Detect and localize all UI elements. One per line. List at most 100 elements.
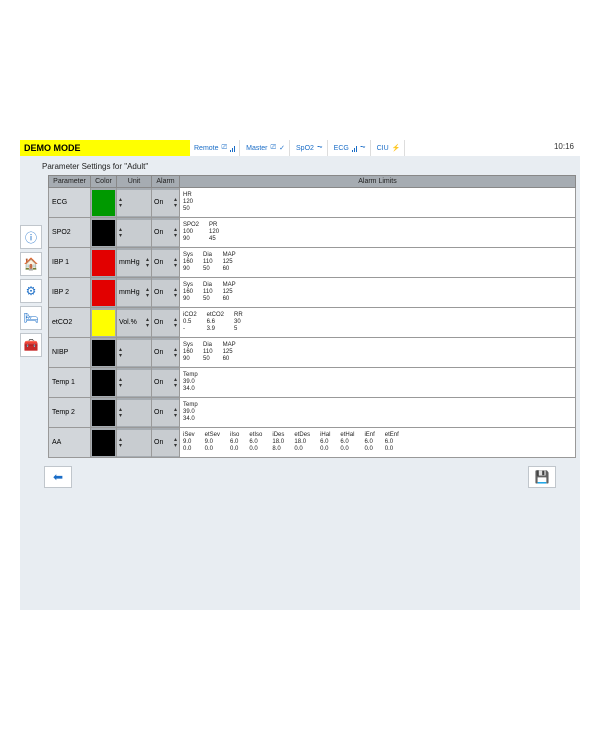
col-unit: Unit	[117, 176, 152, 188]
table-row: Temp 2▴▾On▴▾Temp39.034.0	[49, 398, 576, 428]
alarm-cell[interactable]: On▴▾	[152, 248, 180, 278]
color-cell[interactable]	[91, 368, 117, 398]
unit-picker[interactable]: ▴▾	[117, 340, 151, 366]
unit-picker[interactable]: ▴▾	[117, 370, 151, 396]
sidebar-patient-button[interactable]: ⓘ	[20, 225, 42, 249]
unit-picker[interactable]: ▴▾	[117, 430, 151, 456]
stepper-arrows-icon[interactable]: ▴▾	[174, 377, 177, 389]
sidebar-settings-button[interactable]: ⚙	[20, 279, 42, 303]
table-row: Temp 1▴▾On▴▾Temp39.034.0	[49, 368, 576, 398]
limit-high: 6.0	[230, 439, 239, 446]
limits-cell[interactable]: SPO210090PR12045	[180, 218, 576, 248]
stepper-arrows-icon[interactable]: ▴▾	[119, 227, 122, 239]
limits-cell[interactable]: iSev9.00.0etSev9.00.0iIso6.00.0etIso6.00…	[180, 428, 576, 458]
unit-picker[interactable]: mmHg▴▾	[117, 280, 151, 306]
limit-header: SPO2	[183, 222, 199, 229]
limits-cell[interactable]: HR12050	[180, 188, 576, 218]
status-master[interactable]: Master ⎚ ✓	[242, 140, 290, 156]
unit-cell[interactable]: ▴▾	[117, 368, 152, 398]
alarm-picker[interactable]: On▴▾	[152, 370, 179, 396]
color-cell[interactable]	[91, 218, 117, 248]
alarm-cell[interactable]: On▴▾	[152, 278, 180, 308]
status-ciu[interactable]: CIU ⚡	[373, 140, 406, 156]
color-cell[interactable]	[91, 398, 117, 428]
alarm-cell[interactable]: On▴▾	[152, 188, 180, 218]
stepper-arrows-icon[interactable]: ▴▾	[119, 407, 122, 419]
status-spo2[interactable]: SpO2 ⏦	[292, 140, 328, 156]
unit-cell[interactable]: ▴▾	[117, 428, 152, 458]
alarm-cell[interactable]: On▴▾	[152, 368, 180, 398]
sidebar-kit-button[interactable]: 🧰	[20, 333, 42, 357]
unit-cell[interactable]: mmHg▴▾	[117, 248, 152, 278]
limits-cell[interactable]: Temp39.034.0	[180, 368, 576, 398]
stepper-arrows-icon[interactable]: ▴▾	[119, 437, 122, 449]
stepper-arrows-icon[interactable]: ▴▾	[146, 257, 149, 269]
back-button[interactable]: ⬅	[44, 466, 72, 488]
sidebar-bed-button[interactable]: 🛏	[20, 306, 42, 330]
limits-cell[interactable]: Sys16090Dia11050MAP12560	[180, 338, 576, 368]
alarm-picker[interactable]: On▴▾	[152, 250, 179, 276]
unit-picker[interactable]: ▴▾	[117, 400, 151, 426]
alarm-cell[interactable]: On▴▾	[152, 308, 180, 338]
stepper-arrows-icon[interactable]: ▴▾	[174, 317, 177, 329]
stepper-arrows-icon[interactable]: ▴▾	[174, 287, 177, 299]
limits-cell[interactable]: Sys16090Dia11050MAP12560	[180, 278, 576, 308]
unit-picker[interactable]: ▴▾	[117, 190, 151, 216]
unit-cell[interactable]: mmHg▴▾	[117, 278, 152, 308]
alarm-picker[interactable]: On▴▾	[152, 220, 179, 246]
back-arrow-icon: ⬅	[53, 470, 63, 484]
unit-cell[interactable]: Vol.%▴▾	[117, 308, 152, 338]
stepper-arrows-icon[interactable]: ▴▾	[174, 407, 177, 419]
alarm-cell[interactable]: On▴▾	[152, 338, 180, 368]
limits-cell[interactable]: Sys16090Dia11050MAP12560	[180, 248, 576, 278]
limit-header: iHal	[320, 432, 330, 439]
save-button[interactable]: 💾	[528, 466, 556, 488]
color-cell[interactable]	[91, 428, 117, 458]
mode-indicator: DEMO MODE	[20, 140, 190, 156]
stepper-arrows-icon[interactable]: ▴▾	[174, 347, 177, 359]
stepper-arrows-icon[interactable]: ▴▾	[146, 287, 149, 299]
stepper-arrows-icon[interactable]: ▴▾	[146, 317, 149, 329]
sidebar-home-button[interactable]: 🏠	[20, 252, 42, 276]
stepper-arrows-icon[interactable]: ▴▾	[119, 347, 122, 359]
limit-high: 6.0	[320, 439, 330, 446]
color-cell[interactable]	[91, 248, 117, 278]
limits-cell[interactable]: iCO20.5-etCO26.63.9RR305	[180, 308, 576, 338]
stepper-arrows-icon[interactable]: ▴▾	[174, 227, 177, 239]
alarm-picker[interactable]: On▴▾	[152, 190, 179, 216]
alarm-cell[interactable]: On▴▾	[152, 218, 180, 248]
alarm-picker[interactable]: On▴▾	[152, 430, 179, 456]
unit-cell[interactable]: ▴▾	[117, 398, 152, 428]
unit-picker[interactable]: mmHg▴▾	[117, 250, 151, 276]
alarm-picker[interactable]: On▴▾	[152, 280, 179, 306]
color-swatch	[92, 340, 115, 366]
wave-icon: ⏦	[317, 144, 323, 152]
limits-columns: HR12050	[183, 192, 572, 214]
alarm-picker[interactable]: On▴▾	[152, 310, 179, 336]
status-remote[interactable]: Remote ⎚	[190, 140, 240, 156]
alarm-picker[interactable]: On▴▾	[152, 340, 179, 366]
limit-high: 39.0	[183, 379, 198, 386]
color-cell[interactable]	[91, 188, 117, 218]
stepper-arrows-icon[interactable]: ▴▾	[174, 437, 177, 449]
bed-icon: 🛏	[23, 311, 38, 325]
color-cell[interactable]	[91, 338, 117, 368]
stepper-arrows-icon[interactable]: ▴▾	[119, 377, 122, 389]
alarm-picker[interactable]: On▴▾	[152, 400, 179, 426]
stepper-arrows-icon[interactable]: ▴▾	[119, 197, 122, 209]
color-cell[interactable]	[91, 278, 117, 308]
limit-high: 160	[183, 349, 193, 356]
stepper-arrows-icon[interactable]: ▴▾	[174, 257, 177, 269]
color-cell[interactable]	[91, 308, 117, 338]
unit-cell[interactable]: ▴▾	[117, 218, 152, 248]
unit-cell[interactable]: ▴▾	[117, 338, 152, 368]
unit-cell[interactable]: ▴▾	[117, 188, 152, 218]
unit-picker[interactable]: Vol.%▴▾	[117, 310, 151, 336]
status-ecg[interactable]: ECG ⏦	[330, 140, 371, 156]
alarm-cell[interactable]: On▴▾	[152, 428, 180, 458]
unit-picker[interactable]: ▴▾	[117, 220, 151, 246]
stepper-arrows-icon[interactable]: ▴▾	[174, 197, 177, 209]
alarm-cell[interactable]: On▴▾	[152, 398, 180, 428]
col-limits: Alarm Limits	[180, 176, 576, 188]
limits-cell[interactable]: Temp39.034.0	[180, 398, 576, 428]
